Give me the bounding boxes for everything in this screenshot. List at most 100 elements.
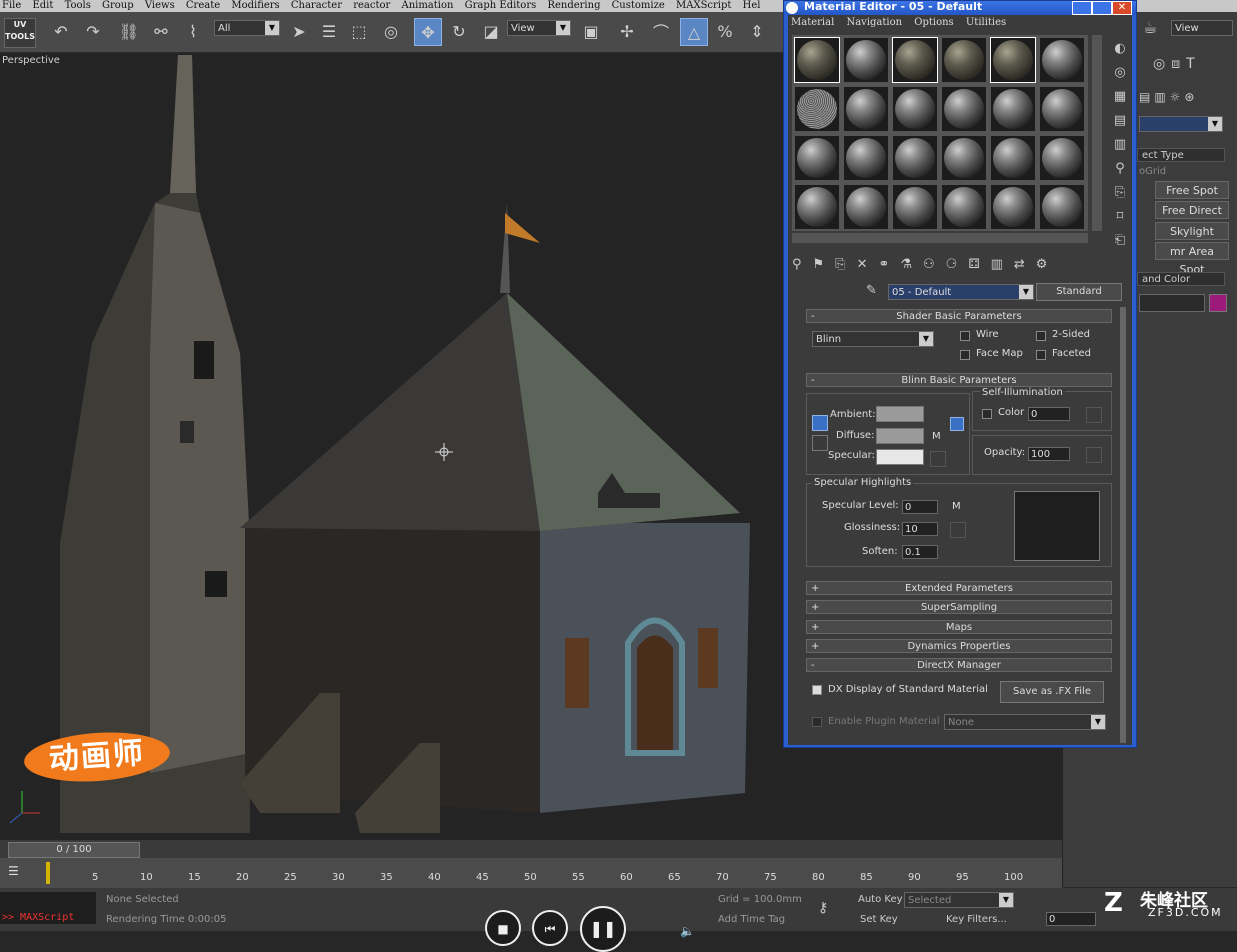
opacity-spinner[interactable]: 100 — [1028, 447, 1070, 461]
menu-edit[interactable]: Edit — [32, 0, 53, 11]
self-illum-map-button[interactable] — [1086, 407, 1102, 423]
menu-create[interactable]: Create — [186, 0, 220, 11]
pivot-center-icon[interactable]: ▣ — [578, 18, 604, 44]
menu-material[interactable]: Material — [791, 17, 834, 28]
select-by-name-icon[interactable]: ☰ — [316, 18, 342, 44]
specular-map-button[interactable] — [930, 451, 946, 467]
menu-rendering[interactable]: Rendering — [547, 0, 600, 11]
panel-tabs-icons[interactable]: ◎⧈T — [1153, 56, 1233, 76]
select-and-rotate-icon[interactable]: ↻ — [446, 18, 472, 44]
sample-slot[interactable] — [892, 86, 938, 132]
select-link-icon[interactable]: ⛓ — [116, 18, 142, 44]
sample-slot[interactable] — [990, 135, 1036, 181]
sample-slot[interactable] — [843, 135, 889, 181]
menu-character[interactable]: Character — [291, 0, 342, 11]
close-icon[interactable]: ✕ — [1112, 1, 1132, 15]
time-slider[interactable]: 0 / 100 — [0, 840, 1062, 858]
object-color-swatch[interactable] — [1209, 294, 1227, 312]
specular-level-map-button[interactable]: M — [952, 501, 961, 512]
material-toolbar[interactable]: ⚲⚑⎘✕⚭⚗⚇⚆⚃▥⇄⚙ — [792, 257, 1112, 277]
bind-space-warp-icon[interactable]: ⌇ — [180, 18, 206, 44]
light-category-icons[interactable]: ▤▥☼⊛ — [1139, 90, 1233, 106]
sample-slot[interactable] — [892, 135, 938, 181]
faceted-checkbox[interactable] — [1036, 350, 1046, 360]
menu-maxscript[interactable]: MAXScript — [676, 0, 731, 11]
slots-vertical-scrollbar[interactable] — [1092, 35, 1102, 231]
maximize-icon[interactable] — [1092, 1, 1112, 15]
key-filters-button[interactable]: Key Filters... — [946, 914, 1007, 925]
view-dropdown[interactable]: View — [1171, 20, 1233, 36]
material-name-field[interactable]: 05 - Default ▼ — [888, 284, 1034, 300]
sample-slot[interactable] — [941, 135, 987, 181]
sample-slot[interactable] — [1039, 184, 1085, 230]
select-object-icon[interactable]: ➤ — [286, 18, 312, 44]
sample-slot[interactable] — [990, 86, 1036, 132]
minimize-icon[interactable] — [1072, 1, 1092, 15]
soften-spinner[interactable]: 0.1 — [902, 545, 938, 559]
sample-slot[interactable] — [941, 86, 987, 132]
previous-icon[interactable]: ⏮ — [532, 910, 568, 946]
save-fx-button[interactable]: Save as .FX File — [1000, 681, 1104, 703]
set-key-button[interactable]: Set Key — [860, 914, 898, 925]
menu-utilities[interactable]: Utilities — [966, 17, 1006, 28]
sample-slot[interactable] — [990, 37, 1036, 83]
redo-icon[interactable]: ↷ — [80, 18, 106, 44]
unlink-icon[interactable]: ⚯ — [148, 18, 174, 44]
sample-slot[interactable] — [794, 184, 840, 230]
dynamics-properties-rollout[interactable]: + Dynamics Properties — [806, 639, 1112, 653]
sample-slot[interactable] — [941, 37, 987, 83]
sample-slot[interactable] — [843, 184, 889, 230]
time-slider-thumb[interactable]: 0 / 100 — [8, 842, 140, 858]
volume-icon[interactable]: 🔈 — [680, 924, 695, 938]
self-illum-spinner[interactable]: 0 — [1028, 407, 1070, 421]
menu-group[interactable]: Group — [102, 0, 134, 11]
sample-slot[interactable] — [892, 184, 938, 230]
manipulate-icon[interactable]: ✢ — [614, 18, 640, 44]
rollout-scrollbar[interactable] — [1120, 307, 1126, 743]
menu-customize[interactable]: Customize — [612, 0, 665, 11]
ambient-swatch[interactable] — [876, 406, 924, 422]
two-sided-checkbox[interactable] — [1036, 331, 1046, 341]
menu-options[interactable]: Options — [914, 17, 953, 28]
shader-type-dropdown[interactable]: Blinn ▼ — [812, 331, 934, 347]
enable-plugin-checkbox[interactable] — [812, 717, 822, 727]
material-type-button[interactable]: Standard — [1036, 283, 1122, 301]
sample-type-toolbar[interactable]: ◐ ◎ ▦ ▤ ▥ ⚲ ⎘ ⌑ ⎗ — [1110, 37, 1130, 248]
wire-checkbox[interactable] — [960, 331, 970, 341]
sample-slot[interactable] — [794, 86, 840, 132]
skylight-button[interactable]: Skylight — [1155, 222, 1229, 240]
maps-rollout[interactable]: + Maps — [806, 620, 1112, 634]
object-name-field[interactable] — [1139, 294, 1205, 312]
plugin-material-dropdown[interactable]: None ▼ — [944, 714, 1106, 730]
specular-level-spinner[interactable]: 0 — [902, 500, 938, 514]
add-time-tag[interactable]: Add Time Tag — [718, 914, 785, 925]
slots-horizontal-scrollbar[interactable] — [792, 233, 1088, 243]
select-and-move-icon[interactable]: ✥ — [414, 18, 442, 46]
sample-slot[interactable] — [843, 86, 889, 132]
sample-slot[interactable] — [941, 184, 987, 230]
angle-snap-icon[interactable]: △ — [680, 18, 708, 46]
sample-slot[interactable] — [892, 37, 938, 83]
menu-animation[interactable]: Animation — [401, 0, 453, 11]
sample-slot[interactable] — [794, 135, 840, 181]
menu-graph-editors[interactable]: Graph Editors — [465, 0, 537, 11]
free-spot-button[interactable]: Free Spot — [1155, 181, 1229, 199]
supersampling-rollout[interactable]: + SuperSampling — [806, 600, 1112, 614]
sample-slot[interactable] — [990, 184, 1036, 230]
menu-help[interactable]: Hel — [743, 0, 761, 11]
sample-slot[interactable] — [1039, 86, 1085, 132]
blinn-basic-rollout[interactable]: - Blinn Basic Parameters — [806, 373, 1112, 387]
menu-file[interactable]: File — [2, 0, 21, 11]
window-crossing-icon[interactable]: ◎ — [378, 18, 404, 44]
current-frame-spinner[interactable]: 0 — [1046, 912, 1096, 926]
glossiness-spinner[interactable]: 10 — [902, 522, 938, 536]
menu-navigation[interactable]: Navigation — [846, 17, 902, 28]
menu-modifiers[interactable]: Modifiers — [231, 0, 279, 11]
self-illum-color-checkbox[interactable] — [982, 409, 992, 419]
teapot-icon[interactable]: ☕ — [1143, 18, 1167, 42]
percent-snap-icon[interactable]: % — [712, 18, 738, 44]
undo-icon[interactable]: ↶ — [48, 18, 74, 44]
mr-area-spot-button[interactable]: mr Area Spot — [1155, 242, 1229, 276]
auto-key-button[interactable]: Auto Key — [858, 894, 903, 905]
reference-coordinate-dropdown[interactable]: View ▼ — [507, 20, 571, 36]
